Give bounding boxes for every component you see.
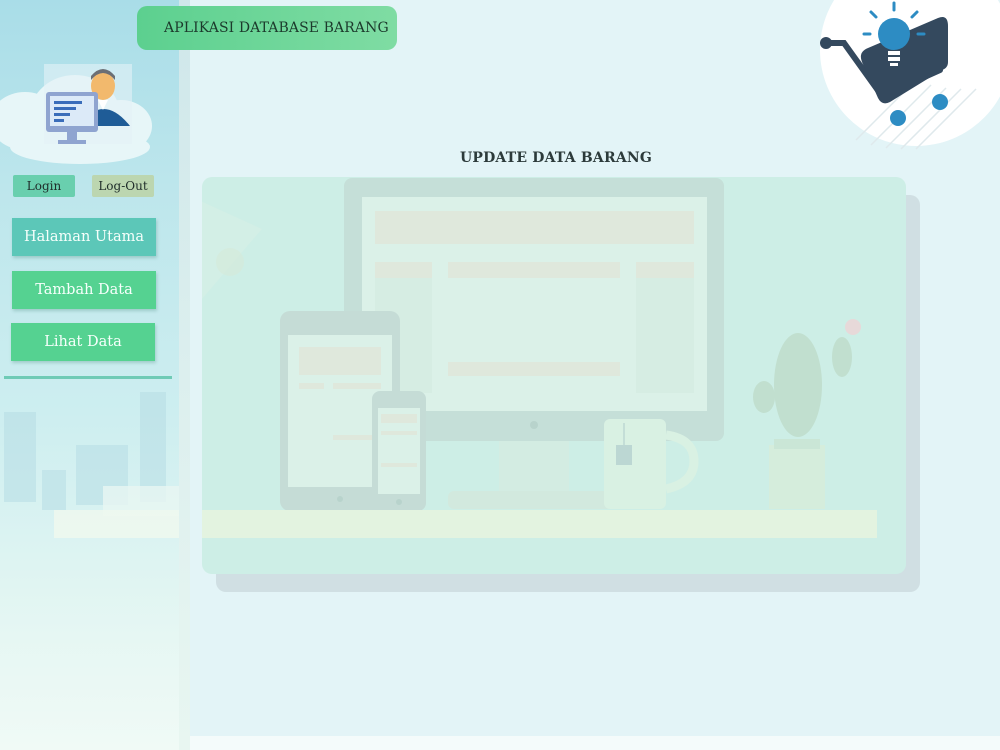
nav-view-data-button[interactable]: Lihat Data — [11, 323, 155, 361]
sidebar-divider — [4, 376, 172, 379]
user-computer-icon — [44, 64, 132, 144]
nav-home-button[interactable]: Halaman Utama — [12, 218, 156, 256]
sidebar: Login Log-Out Halaman Utama Tambah Data … — [0, 0, 180, 750]
shopping-cart-bulb-icon — [820, 0, 1000, 150]
page-title: UPDATE DATA BARANG — [459, 150, 653, 166]
login-button[interactable]: Login — [13, 175, 75, 197]
sidebar-edge — [179, 0, 190, 750]
devices-desk-illustration — [202, 177, 906, 574]
sidebar-shelf — [54, 510, 180, 538]
sidebar-building — [42, 470, 66, 510]
sidebar-building — [4, 412, 36, 502]
app-title: APLIKASI DATABASE BARANG — [164, 20, 389, 36]
logout-button[interactable]: Log-Out — [92, 175, 154, 197]
app-title-banner: APLIKASI DATABASE BARANG — [137, 6, 397, 50]
footer-strip — [180, 736, 1000, 750]
nav-add-data-button[interactable]: Tambah Data — [12, 271, 156, 309]
